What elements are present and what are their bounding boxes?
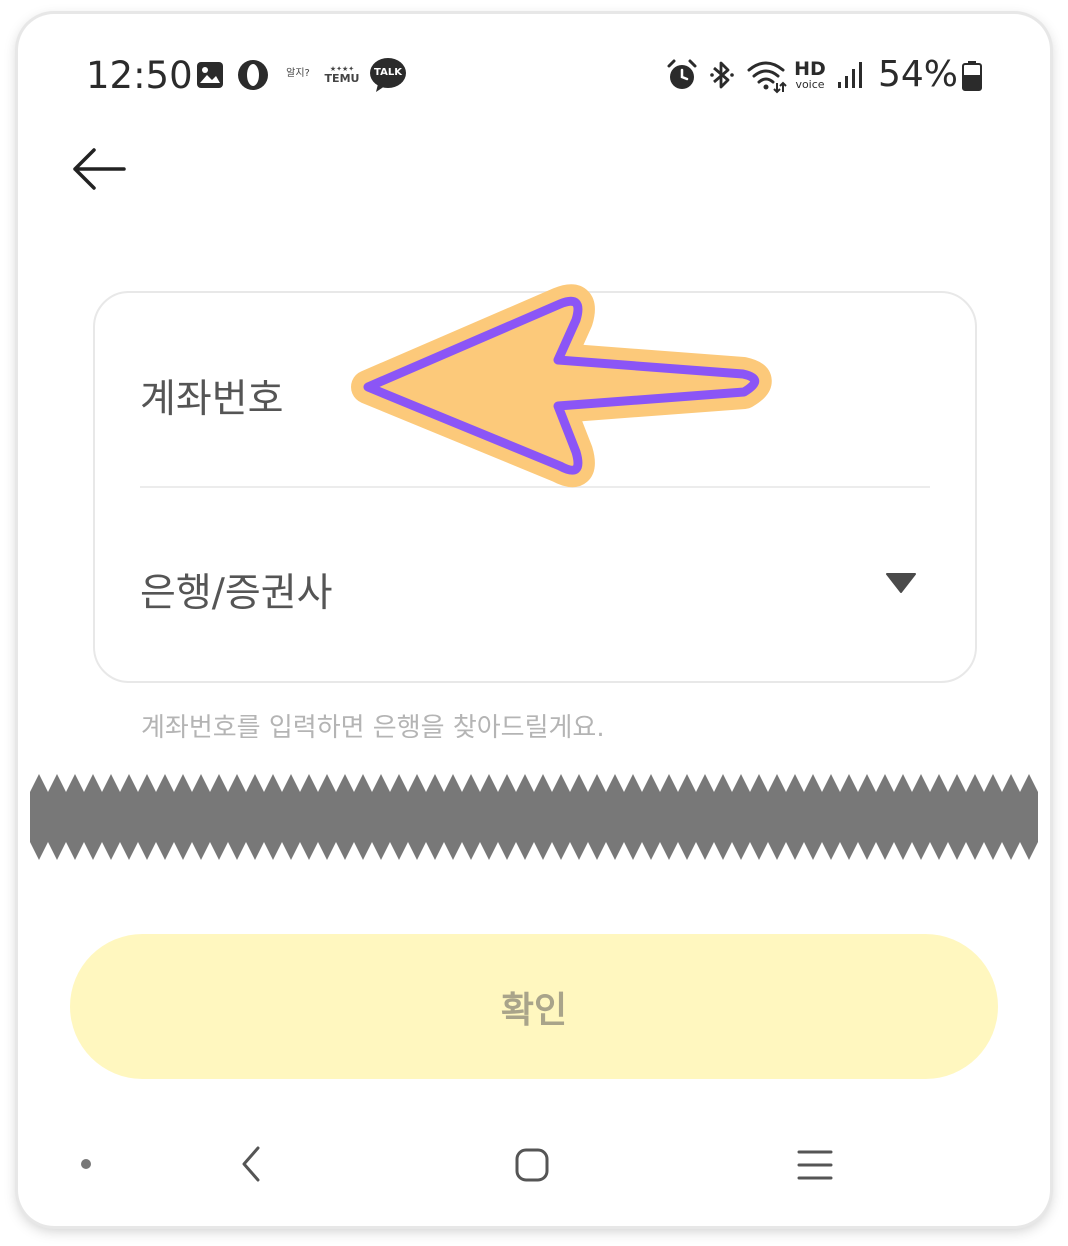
alzi-app-icon: 알지? <box>286 68 310 79</box>
gallery-icon <box>195 60 225 90</box>
account-number-field[interactable]: 계좌번호 <box>95 293 975 488</box>
account-number-placeholder: 계좌번호 <box>140 377 284 422</box>
phone-screen: 12:50 알지? ★✦★✦ TEMU TALK HD voice 54% 계좌… <box>18 14 1050 1226</box>
confirm-button-label: 확인 <box>500 989 568 1031</box>
helper-text: 계좌번호를 입력하면 은행을 찾아드릴게요. <box>141 713 605 743</box>
battery-percent: 54% <box>878 54 959 95</box>
torn-edge-divider <box>30 774 1038 860</box>
account-form-card: 계좌번호 은행/증권사 <box>93 291 977 683</box>
back-button[interactable] <box>70 144 130 194</box>
bank-select[interactable]: 은행/증권사 <box>95 489 975 681</box>
nav-dot <box>76 1154 96 1174</box>
wifi-icon <box>746 58 788 94</box>
status-time: 12:50 <box>86 54 193 97</box>
bank-placeholder: 은행/증권사 <box>140 571 333 616</box>
kakaotalk-icon: TALK <box>368 56 408 94</box>
battery-icon <box>961 60 983 92</box>
back-arrow-icon <box>73 148 126 190</box>
dropdown-caret-icon <box>886 573 916 593</box>
hd-voice-icon: HD voice <box>794 58 826 91</box>
temu-app-icon: ★✦★✦ TEMU <box>324 65 360 85</box>
opera-icon <box>236 58 270 92</box>
field-divider <box>140 486 930 488</box>
alarm-icon <box>665 58 699 92</box>
signal-icon <box>836 60 866 90</box>
nav-home-button[interactable] <box>514 1147 550 1183</box>
nav-home-icon <box>515 1148 549 1182</box>
confirm-button[interactable]: 확인 <box>70 934 998 1079</box>
nav-recents-icon <box>797 1150 833 1180</box>
nav-recents-button[interactable] <box>796 1147 834 1183</box>
bluetooth-icon <box>708 58 736 92</box>
nav-back-icon <box>242 1146 260 1182</box>
nav-back-button[interactable] <box>236 1144 266 1184</box>
